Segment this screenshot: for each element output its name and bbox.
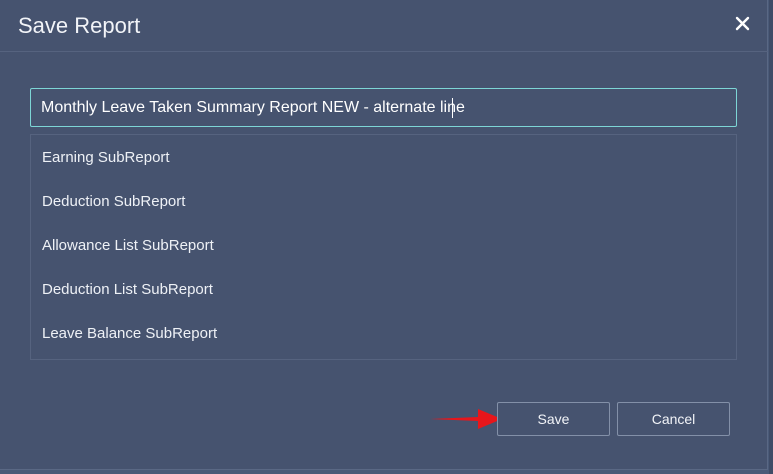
save-report-dialog: Save Report Earning SubReport Deduction … xyxy=(0,0,768,470)
background-window-edge xyxy=(769,0,773,474)
list-item[interactable]: Earning SubReport xyxy=(42,148,170,168)
list-item[interactable]: Deduction List SubReport xyxy=(42,280,213,300)
cancel-button[interactable]: Cancel xyxy=(617,402,730,436)
subreport-list: Earning SubReport Deduction SubReport Al… xyxy=(30,134,737,360)
dialog-header: Save Report xyxy=(0,0,768,52)
close-icon xyxy=(735,16,750,31)
list-item[interactable]: Leave Balance SubReport xyxy=(42,324,217,344)
save-button[interactable]: Save xyxy=(497,402,610,436)
close-button[interactable] xyxy=(730,12,754,36)
text-caret xyxy=(452,98,453,118)
red-arrow-annotation xyxy=(430,409,502,429)
list-item[interactable]: Allowance List SubReport xyxy=(42,236,214,256)
report-name-input[interactable] xyxy=(30,88,737,127)
list-item[interactable]: Deduction SubReport xyxy=(42,192,185,212)
dialog-title: Save Report xyxy=(18,13,141,38)
